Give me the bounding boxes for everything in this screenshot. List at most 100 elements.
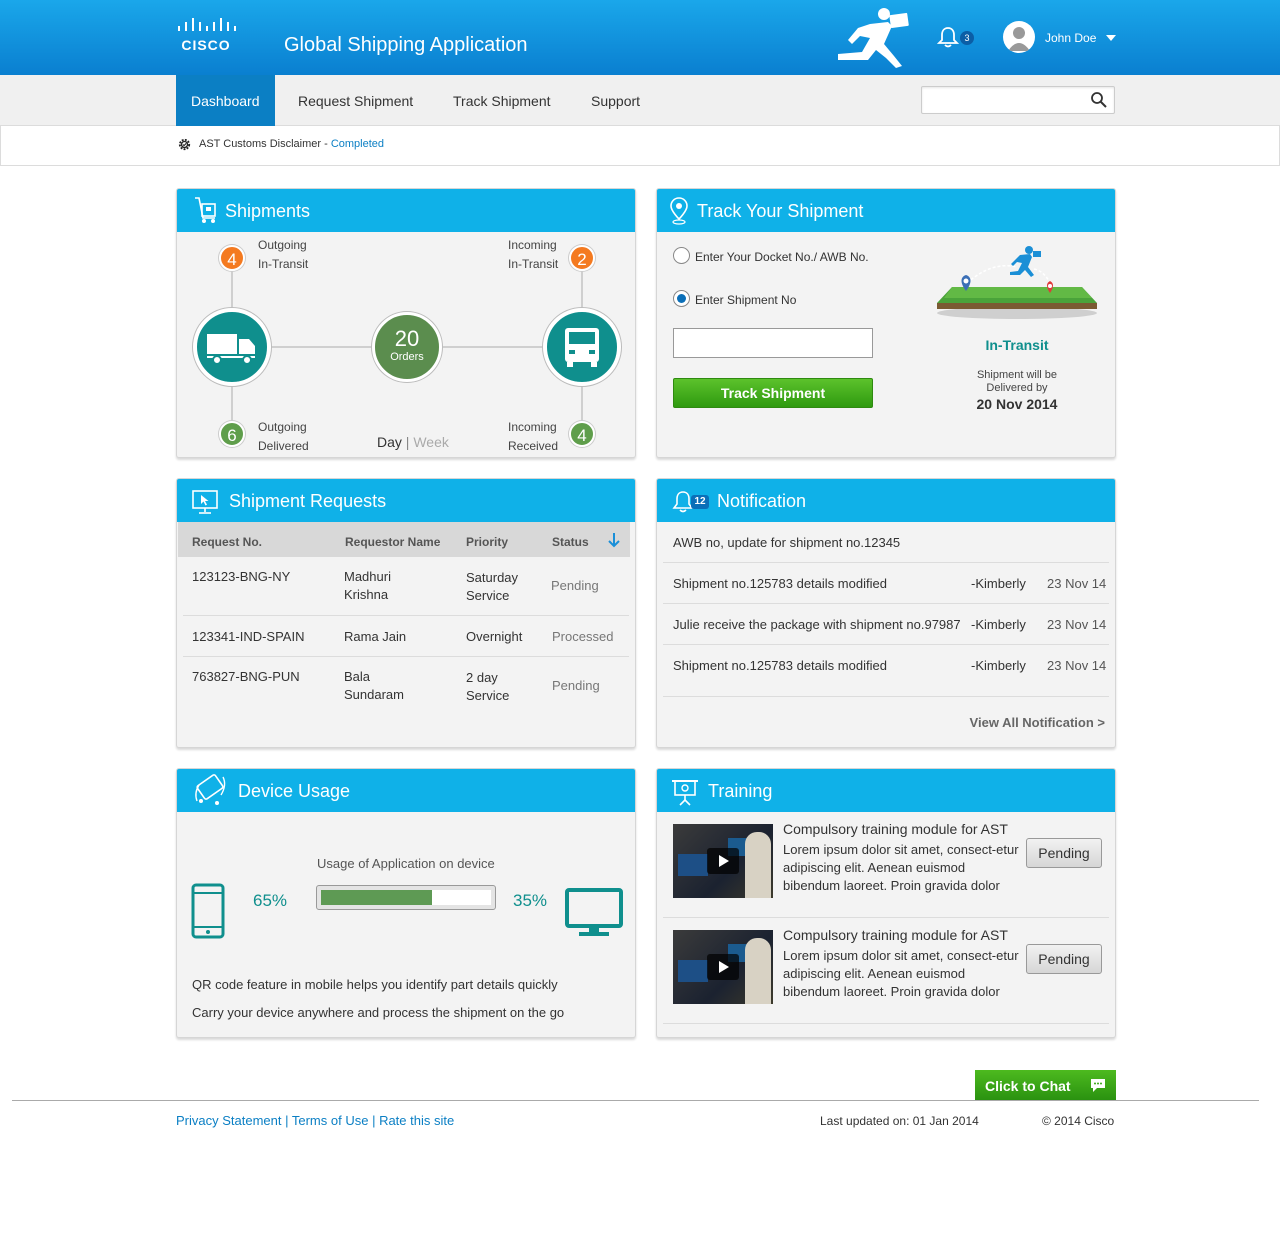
incoming-transit-count[interactable]: 2 — [569, 245, 595, 271]
user-menu-chevron-down-icon[interactable] — [1106, 35, 1116, 41]
search-input[interactable] — [928, 91, 1088, 109]
shipment-number-input[interactable] — [673, 328, 873, 358]
table-row[interactable]: 123123-BNG-NY Madhuri Krishna Saturday S… — [183, 557, 629, 616]
app-title: Global Shipping Application — [284, 34, 528, 56]
notification-item[interactable]: Julie receive the package with shipment … — [663, 604, 1109, 645]
disclaimer-label: AST Customs Disclaimer - — [199, 138, 331, 150]
table-row[interactable]: 123341-IND-SPAIN Rama Jain Overnight Pro… — [183, 616, 629, 657]
nav-item-request-shipment[interactable]: Request Shipment — [298, 75, 413, 126]
col-status[interactable]: Status — [552, 535, 589, 549]
outgoing-transit-count[interactable]: 4 — [219, 245, 245, 271]
thumbnail-screen — [678, 960, 708, 982]
training-item-title[interactable]: Compulsory training module for AST — [783, 927, 1008, 943]
track-status: In-Transit — [985, 337, 1049, 353]
outgoing-delivered-label: Outgoing Delivered — [258, 418, 309, 456]
location-pin-icon — [670, 197, 688, 225]
delivery-note: Shipment will be Delivered by — [917, 369, 1115, 395]
user-name[interactable]: John Doe — [1045, 31, 1096, 45]
device-feature-line1: QR code feature in mobile helps you iden… — [192, 977, 558, 992]
table-row[interactable]: 763827-BNG-PUN Bala Sundaram 2 day Servi… — [183, 657, 629, 715]
bell-icon[interactable] — [937, 26, 959, 48]
gear-icon — [178, 138, 191, 151]
shipment-no-radio-label[interactable]: Enter Shipment No — [695, 293, 796, 307]
chat-bubble-icon — [1091, 1079, 1105, 1092]
search-icon[interactable] — [1090, 91, 1108, 109]
thumbnail-person — [745, 832, 771, 898]
request-id: 123341-IND-SPAIN — [192, 629, 305, 644]
connector-line — [581, 271, 583, 311]
notification-date: 23 Nov 14 — [1047, 658, 1107, 673]
notification-text: AWB no, update for shipment no.12345 — [673, 535, 901, 550]
training-item: Compulsory training module for AST Lorem… — [663, 918, 1109, 1024]
docket-radio[interactable] — [673, 247, 690, 264]
privacy-statement-link[interactable]: Privacy Statement — [176, 1113, 282, 1128]
outgoing-delivered-count[interactable]: 6 — [219, 421, 245, 447]
requests-title: Shipment Requests — [229, 491, 387, 511]
desktop-usage-percent: 35% — [513, 891, 548, 910]
training-status-button[interactable]: Pending — [1026, 944, 1102, 974]
nav-item-dashboard[interactable]: Dashboard — [176, 75, 275, 126]
shipments-header: Shipments — [177, 189, 635, 232]
training-video-thumbnail[interactable] — [673, 930, 773, 1004]
track-title: Track Your Shipment — [697, 201, 864, 221]
priority-line2: Service — [466, 588, 510, 603]
view-all-notifications-link[interactable]: View All Notification > — [970, 715, 1105, 730]
priority-line1: Saturday — [466, 570, 519, 585]
connector-line — [231, 271, 233, 311]
col-priority[interactable]: Priority — [466, 535, 508, 549]
training-status-button[interactable]: Pending — [1026, 838, 1102, 868]
training-title: Training — [708, 781, 773, 801]
period-toggle: Day | Week — [377, 434, 449, 450]
outgoing-truck-button[interactable] — [193, 308, 271, 386]
notification-item[interactable]: AWB no, update for shipment no.12345 — [663, 522, 1109, 563]
nav-item-track-shipment[interactable]: Track Shipment — [453, 75, 551, 126]
map-route-illustration — [937, 246, 1097, 319]
notification-count-badge: 3 — [960, 31, 974, 45]
col-request-no[interactable]: Request No. — [192, 535, 262, 549]
runner-icon — [838, 8, 909, 68]
orders-count-badge[interactable]: 20 Orders — [372, 312, 442, 382]
incoming-received-label-line1: Incoming — [508, 420, 557, 434]
period-week[interactable]: Week — [413, 434, 449, 450]
device-usage-title: Device Usage — [238, 781, 351, 801]
incoming-transit-label-line1: Incoming — [508, 238, 557, 252]
track-shipment-button[interactable]: Track Shipment — [673, 378, 873, 408]
play-icon[interactable] — [707, 954, 739, 980]
training-item: Compulsory training module for AST Lorem… — [663, 812, 1109, 918]
click-to-chat-button[interactable]: Click to Chat — [975, 1070, 1116, 1100]
disclaimer-status[interactable]: Completed — [331, 138, 384, 150]
track-card: Track Your Shipment Enter Your Docket No… — [656, 188, 1116, 458]
presentation-board-icon — [672, 780, 698, 806]
shipment-no-radio[interactable] — [673, 290, 690, 307]
training-video-thumbnail[interactable] — [673, 824, 773, 898]
copyright: © 2014 Cisco — [1042, 1114, 1115, 1128]
nav-item-support[interactable]: Support — [591, 75, 640, 126]
usage-title: Usage of Application on device — [317, 856, 495, 871]
training-item-title[interactable]: Compulsory training module for AST — [783, 821, 1008, 837]
sort-arrow-down-icon[interactable] — [608, 532, 620, 548]
thumbnail-person — [745, 938, 771, 1004]
shipments-card: Shipments 4 Outgoing In-Transit 2 Incomi… — [176, 188, 636, 458]
requests-table-header: Request No. Requestor Name Priority Stat… — [178, 522, 630, 557]
col-requestor-name[interactable]: Requestor Name — [345, 535, 440, 549]
rate-this-site-link[interactable]: Rate this site — [379, 1113, 454, 1128]
cisco-logo[interactable]: CISCO — [176, 18, 236, 54]
requestor-name-line1: Bala — [344, 669, 371, 684]
play-icon[interactable] — [707, 848, 739, 874]
outgoing-transit-label-line2: In-Transit — [258, 257, 309, 271]
training-item-description: Lorem ipsum dolor sit amet, consect-etur… — [783, 948, 1019, 999]
docket-radio-label[interactable]: Enter Your Docket No./ AWB No. — [695, 250, 869, 264]
notification-item[interactable]: Shipment no.125783 details modified -Kim… — [663, 563, 1109, 604]
incoming-received-count[interactable]: 4 — [569, 421, 595, 447]
training-card: Training Compulsory training module for … — [656, 768, 1116, 1038]
avatar[interactable] — [1003, 21, 1035, 53]
incoming-truck-button[interactable] — [543, 308, 621, 386]
requests-header: Shipment Requests — [177, 479, 635, 522]
shipment-requests-card: Shipment Requests Request No. Requestor … — [176, 478, 636, 748]
period-day[interactable]: Day — [377, 434, 402, 450]
orders-count: 20 — [394, 326, 420, 351]
notification-item[interactable]: Shipment no.125783 details modified -Kim… — [663, 645, 1109, 697]
chat-button-label: Click to Chat — [985, 1078, 1071, 1094]
terms-of-use-link[interactable]: Terms of Use — [292, 1113, 369, 1128]
requestor-name-line2: Krishna — [344, 587, 389, 602]
